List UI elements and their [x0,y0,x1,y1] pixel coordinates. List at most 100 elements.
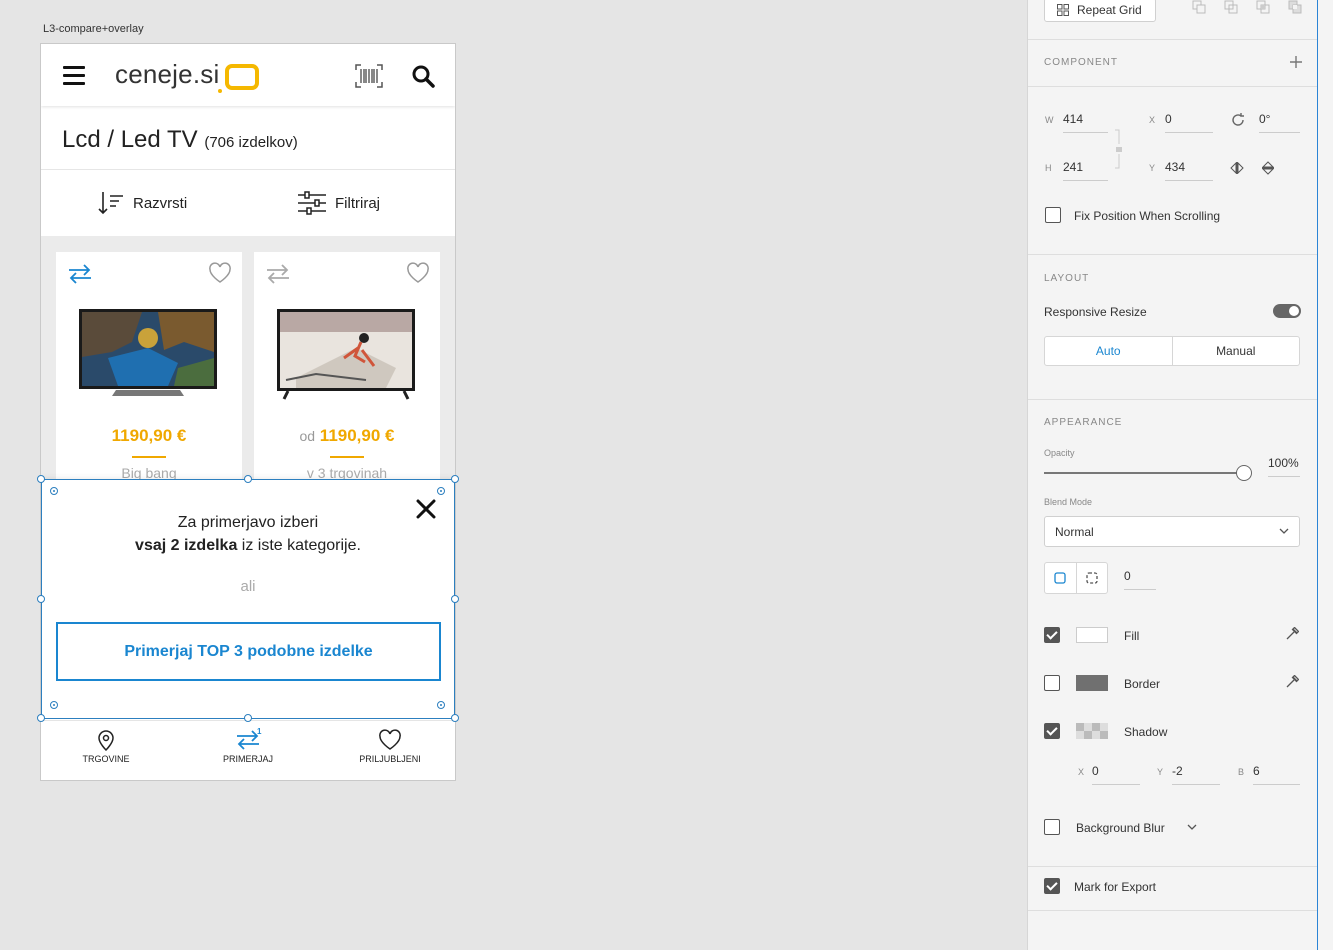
manual-option[interactable]: Manual [1173,337,1300,365]
logo-text[interactable]: ceneje.si [115,59,219,90]
bottom-navigation: TRGOVINE 1 PRIMERJAJ PRILJUBLJENI [41,720,455,780]
opacity-slider-knob[interactable] [1236,465,1252,481]
filter-button[interactable]: Filtriraj [297,190,380,216]
fill-checkbox[interactable] [1044,627,1060,643]
shadow-x-field[interactable]: 0 [1092,764,1140,785]
product-card[interactable]: od 1190,90 € v 3 trgovinah [254,252,440,492]
compare-arrows-icon[interactable] [68,264,92,284]
shadow-y-field[interactable]: -2 [1172,764,1220,785]
artboard-label[interactable]: L3-compare+overlay [43,23,144,35]
product-count: (706 izdelkov) [204,134,298,151]
tv-product-image[interactable] [78,308,218,400]
heart-icon[interactable] [208,262,232,284]
filter-sliders-icon [298,191,326,215]
rotate-icon [1232,113,1244,126]
shadow-label: Shadow [1124,725,1168,739]
fill-color-swatch[interactable] [1076,627,1108,643]
resize-handle[interactable] [451,475,459,483]
plus-icon[interactable] [1290,56,1302,68]
overlay-bold-text: vsaj 2 izdelka [135,537,238,554]
resize-handle[interactable] [37,475,45,483]
opacity-value[interactable]: 100% [1268,456,1300,477]
corner-radius-handle[interactable] [50,701,58,709]
fix-position-checkbox[interactable] [1045,207,1061,223]
boolean-exclude-icon[interactable] [1288,0,1302,14]
eyedropper-icon[interactable] [1285,627,1299,641]
product-shop[interactable]: Big bang [56,465,242,481]
nav-item-primerjaj[interactable]: 1 PRIMERJAJ [193,727,303,764]
menu-icon[interactable] [63,66,85,85]
rounded-square-icon [1054,572,1066,584]
background-blur-checkbox[interactable] [1044,819,1060,835]
product-price: od 1190,90 € [254,426,440,446]
component-section: COMPONENT [1028,40,1318,87]
repeat-grid-button[interactable]: Repeat Grid [1044,0,1156,22]
product-shop[interactable]: v 3 trgovinah [254,465,440,481]
flip-vertical-icon[interactable] [1262,161,1274,175]
sort-button[interactable]: Razvrsti [97,190,187,216]
nav-label: PRILJUBLJENI [359,754,421,764]
height-field[interactable]: 241 [1063,160,1108,181]
overlay-message-line2: vsaj 2 izdelka iz iste kategorije. [41,537,455,555]
corner-radius-field[interactable]: 0 [1124,569,1156,590]
mark-for-export-checkbox[interactable] [1044,878,1060,894]
blend-mode-label: Blend Mode [1044,497,1093,507]
corner-radius-handle[interactable] [50,487,58,495]
page-title: Lcd / Led TV (706 izdelkov) [62,126,298,154]
blend-mode-value: Normal [1055,525,1094,539]
shadow-blur-field[interactable]: 6 [1253,764,1300,785]
border-checkbox[interactable] [1044,675,1060,691]
compare-top3-button[interactable]: Primerjaj TOP 3 podobne izdelke [56,622,441,681]
boolean-subtract-icon[interactable] [1224,0,1238,14]
responsive-resize-toggle[interactable] [1273,304,1301,318]
repeat-grid-section: Repeat Grid [1028,0,1318,40]
shadow-checkbox[interactable] [1044,723,1060,739]
chevron-down-icon[interactable] [1187,824,1197,830]
app-header: ceneje.si [41,44,455,106]
auto-option[interactable]: Auto [1045,337,1173,365]
rotation-field[interactable]: 0° [1259,112,1300,133]
eyedropper-icon[interactable] [1285,675,1299,689]
export-section [1028,867,1318,911]
corner-radius-handle[interactable] [437,701,445,709]
barcode-scanner-icon[interactable] [355,64,383,88]
phone-artboard: ceneje.si Lcd / Led TV (706 izdelkov) Ra… [40,43,456,781]
resize-handle[interactable] [244,475,252,483]
nav-item-priljubljeni[interactable]: PRILJUBLJENI [335,729,445,764]
product-price-value: 1190,90 € [319,426,395,445]
compare-overlay: Za primerjavo izberi vsaj 2 izdelka iz i… [41,480,455,720]
sort-icon [98,192,123,215]
nav-item-trgovine[interactable]: TRGOVINE [51,729,161,764]
blend-mode-select[interactable]: Normal [1044,516,1300,547]
uniform-corners-option[interactable] [1045,563,1077,593]
border-color-swatch[interactable] [1076,675,1108,691]
resize-handle[interactable] [451,714,459,722]
width-label: W [1045,115,1054,125]
flip-horizontal-icon[interactable] [1230,162,1244,174]
compare-arrows-icon[interactable] [266,264,290,284]
width-field[interactable]: 414 [1063,112,1108,133]
resize-handle[interactable] [451,595,459,603]
product-price-value: 1190,90 € [111,426,187,445]
heart-icon[interactable] [406,262,430,284]
boolean-intersect-icon[interactable] [1256,0,1270,14]
y-field[interactable]: 434 [1165,160,1213,181]
sort-label: Razvrsti [133,194,188,212]
individual-corners-option[interactable] [1077,563,1108,593]
product-card[interactable]: 1190,90 € Big bang [56,252,242,492]
overlay-rest-text: iz iste kategorije. [237,537,361,554]
opacity-slider-track[interactable] [1044,472,1238,474]
x-field[interactable]: 0 [1165,112,1213,133]
price-underline [132,456,166,458]
search-icon[interactable] [411,64,435,88]
shadow-swatch[interactable] [1076,723,1108,739]
resize-handle[interactable] [37,595,45,603]
repeat-grid-label: Repeat Grid [1077,3,1142,17]
tv-product-image[interactable] [276,308,416,400]
corner-radius-handle[interactable] [437,487,445,495]
lock-aspect-icon[interactable] [1114,129,1124,169]
compare-count-badge: 1 [257,727,262,736]
boolean-add-icon[interactable] [1192,0,1206,14]
resize-handle[interactable] [37,714,45,722]
resize-handle[interactable] [244,714,252,722]
